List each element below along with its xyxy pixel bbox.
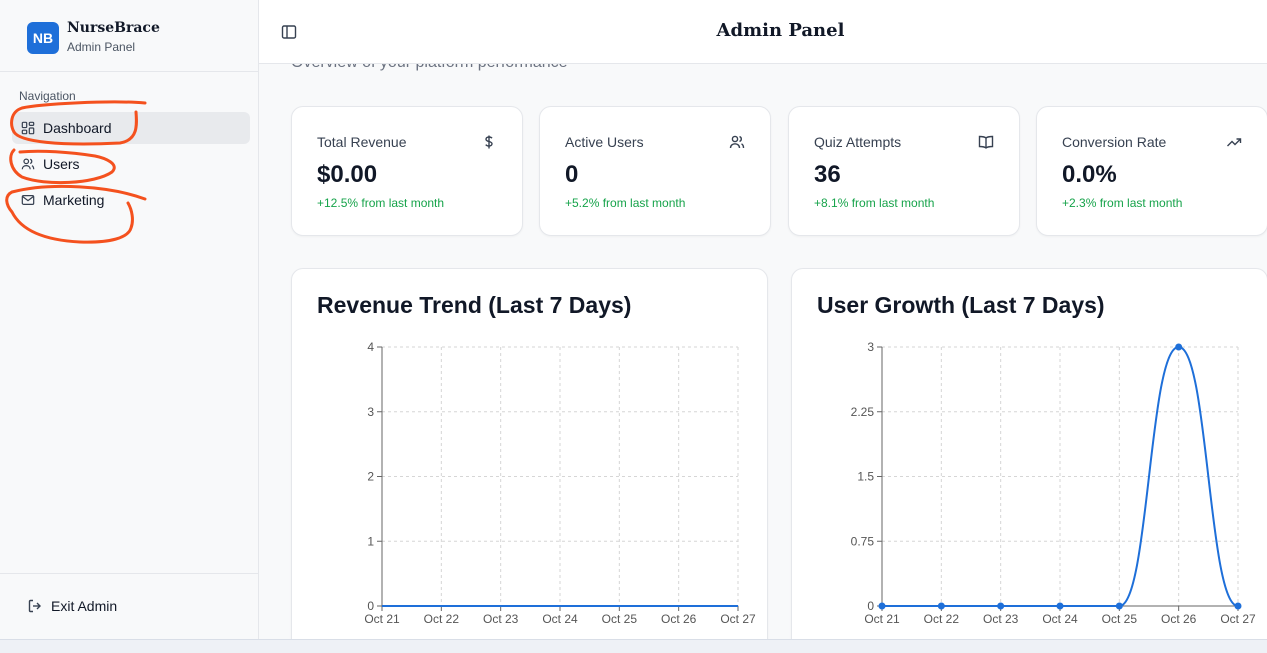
sidebar-item-label: Marketing	[43, 192, 105, 208]
y-tick-label: 2	[367, 470, 374, 484]
brand-logo: NB	[27, 22, 59, 54]
data-point	[1175, 343, 1183, 351]
exit-admin-label: Exit Admin	[51, 598, 118, 614]
stat-delta: +2.3% from last month	[1062, 196, 1183, 210]
sidebar-item-label: Users	[43, 156, 80, 172]
stat-card-active-users: Active Users 0 +5.2% from last month	[539, 106, 771, 236]
dollar-icon	[481, 134, 497, 150]
sidebar-item-label: Dashboard	[43, 120, 112, 136]
top-header: Admin Panel	[259, 0, 1267, 64]
y-tick-label: 2.25	[851, 405, 875, 419]
stat-delta: +8.1% from last month	[814, 196, 935, 210]
page-title: Admin Panel	[716, 20, 845, 41]
stat-delta: +12.5% from last month	[317, 196, 445, 210]
y-tick-label: 1.5	[857, 470, 874, 484]
data-point	[1234, 602, 1242, 610]
stat-label: Total Revenue	[317, 134, 407, 150]
log-out-icon	[28, 599, 41, 613]
x-tick-label: Oct 21	[364, 612, 400, 626]
y-tick-label: 3	[367, 405, 374, 419]
revenue-trend-chart: 0 1 2 3 4 Oct 21 Oct 22 Oct 23 Oct 24 Oct 25 Oct 2…	[364, 340, 756, 626]
x-tick-label: Oct 26	[1161, 612, 1197, 626]
page-subtitle: Overview of your platform performance	[291, 64, 568, 72]
x-tick-label: Oct 22	[924, 612, 960, 626]
sidebar-item-users[interactable]: Users	[12, 148, 250, 180]
stat-value: 0	[565, 161, 579, 188]
stat-value: $0.00	[317, 161, 378, 188]
x-tick-label: Oct 21	[864, 612, 900, 626]
y-tick-label: 0	[367, 599, 374, 613]
nav-heading: Navigation	[19, 89, 76, 103]
sidebar: NB NurseBrace Admin Panel Navigation Das…	[0, 0, 259, 653]
x-tick-label: Oct 22	[424, 612, 460, 626]
x-tick-label: Oct 27	[720, 612, 756, 626]
x-tick-label: Oct 25	[602, 612, 638, 626]
main-content: Overview of your platform performance To…	[259, 64, 1267, 639]
data-point	[878, 602, 886, 610]
stat-label: Quiz Attempts	[814, 134, 902, 150]
mail-icon	[21, 193, 35, 207]
sidebar-item-dashboard[interactable]: Dashboard	[12, 112, 250, 144]
data-point	[997, 602, 1005, 610]
users-icon	[21, 157, 35, 171]
y-tick-label: 0	[867, 599, 874, 613]
y-tick-label: 1	[367, 534, 374, 548]
users-icon	[729, 134, 745, 150]
trending-up-icon	[1226, 134, 1242, 150]
brand-header: NB NurseBrace Admin Panel	[0, 0, 258, 72]
book-icon	[978, 134, 994, 150]
os-taskbar	[0, 639, 1267, 653]
sidebar-item-marketing[interactable]: Marketing	[12, 184, 250, 216]
y-tick-label: 3	[867, 340, 874, 354]
x-tick-label: Oct 26	[661, 612, 697, 626]
y-tick-label: 4	[367, 340, 374, 354]
stat-label: Conversion Rate	[1062, 134, 1167, 150]
x-tick-label: Oct 27	[1220, 612, 1256, 626]
stat-card-conversion-rate: Conversion Rate 0.0% +2.3% from last mon…	[1036, 106, 1267, 236]
user-growth-card: User Growth (Last 7 Days) 0 0.75 1.5 2.25 3 O…	[791, 268, 1267, 639]
data-point	[1056, 602, 1064, 610]
data-point	[1115, 602, 1123, 610]
stat-card-revenue: Total Revenue $0.00 +12.5% from last mon…	[291, 106, 523, 236]
x-tick-label: Oct 23	[483, 612, 519, 626]
stat-value: 36	[814, 161, 841, 188]
dashboard-icon	[21, 121, 35, 135]
x-tick-label: Oct 24	[1042, 612, 1078, 626]
x-tick-label: Oct 23	[983, 612, 1019, 626]
stat-value: 0.0%	[1062, 161, 1117, 188]
stat-card-quiz-attempts: Quiz Attempts 36 +8.1% from last month	[788, 106, 1020, 236]
x-tick-label: Oct 25	[1102, 612, 1138, 626]
exit-admin-button[interactable]: Exit Admin	[27, 598, 117, 614]
y-tick-label: 0.75	[851, 534, 875, 548]
x-tick-label: Oct 24	[542, 612, 578, 626]
revenue-trend-card: Revenue Trend (Last 7 Days) 0 1 2 3 4 Oct 21 O…	[291, 268, 768, 639]
brand-subtitle: Admin Panel	[67, 40, 136, 54]
stat-label: Active Users	[565, 134, 644, 150]
brand-name: NurseBrace	[67, 20, 160, 36]
data-point	[937, 602, 945, 610]
stat-delta: +5.2% from last month	[565, 196, 686, 210]
user-growth-chart: 0 0.75 1.5 2.25 3 Oct 21 Oct 22 Oct 23 Oct 24 Oct…	[851, 340, 1256, 626]
